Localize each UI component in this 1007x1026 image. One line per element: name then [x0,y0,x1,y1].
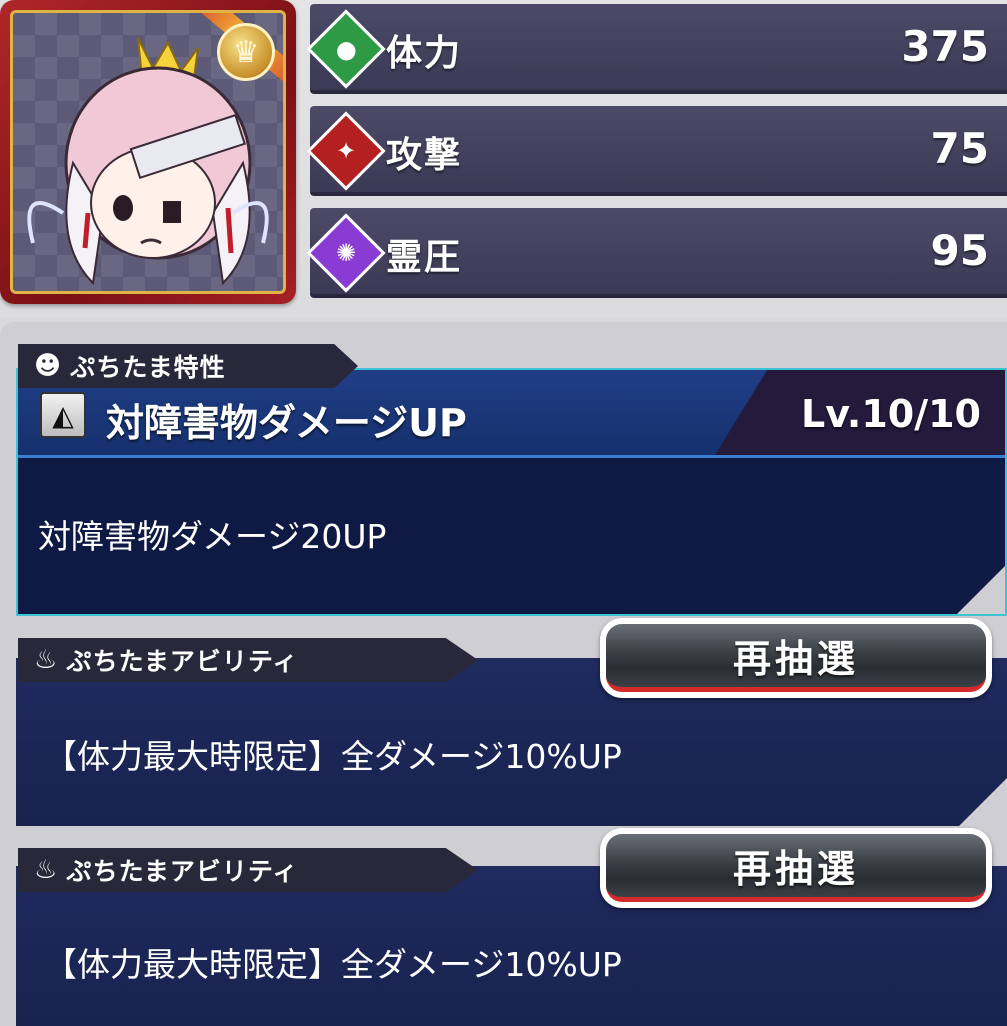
trait-tab: ☻ ぷちたま特性 [18,344,358,388]
attack-gem-icon: ✦ [306,111,386,191]
trait-description: 対障害物ダメージ20UP [38,517,387,556]
trait-title: 対障害物ダメージUP [106,401,467,445]
reroll-button-label: 再抽選 [606,834,986,902]
stat-value: 95 [930,226,989,275]
petit-trait-icon: ☻ [34,351,63,381]
petit-ability-icon: ♨ [34,855,59,885]
trait-tab-label: ぷちたま特性 [70,353,226,382]
stat-value: 375 [901,22,989,71]
trait-level: Lv.10/10 [801,392,981,436]
stat-label: 攻撃 [386,135,463,176]
hp-gem-icon: ● [306,9,386,89]
trait-card: ◭ 対障害物ダメージUP Lv.10/10 対障害物ダメージ20UP [16,368,1007,616]
stat-label: 体力 [386,33,463,74]
ability-tab-label: ぷちたまアビリティ [66,647,299,676]
petit-ability-icon: ♨ [34,645,59,675]
ability-text: 【体力最大時限定】全ダメージ10%UP [44,737,622,776]
corner-cut [959,778,1007,826]
character-portrait: ♛ [10,10,286,294]
stat-label: 霊圧 [386,237,463,278]
ability-tab-1: ♨ ぷちたまアビリティ [18,638,478,682]
spirit-gem-icon: ✺ [306,213,386,293]
crown-badge-icon: ♛ [217,23,275,81]
stat-value: 75 [930,124,989,173]
reroll-button-2[interactable]: 再抽選 [600,828,992,908]
corner-cut [957,566,1005,614]
stat-row-hp: ● 体力 375 [306,4,1007,94]
ability-tab-2: ♨ ぷちたまアビリティ [18,848,478,892]
character-portrait-frame[interactable]: ♛ [0,0,296,304]
reroll-button-1[interactable]: 再抽選 [600,618,992,698]
stat-row-attack: ✦ 攻撃 75 [306,106,1007,196]
stat-row-spirit: ✺ 霊圧 95 [306,208,1007,298]
obstacle-damage-icon: ◭ [40,392,86,438]
reroll-button-label: 再抽選 [606,624,986,692]
ability-text: 【体力最大時限定】全ダメージ10%UP [44,945,622,984]
ability-tab-label: ぷちたまアビリティ [66,857,299,886]
